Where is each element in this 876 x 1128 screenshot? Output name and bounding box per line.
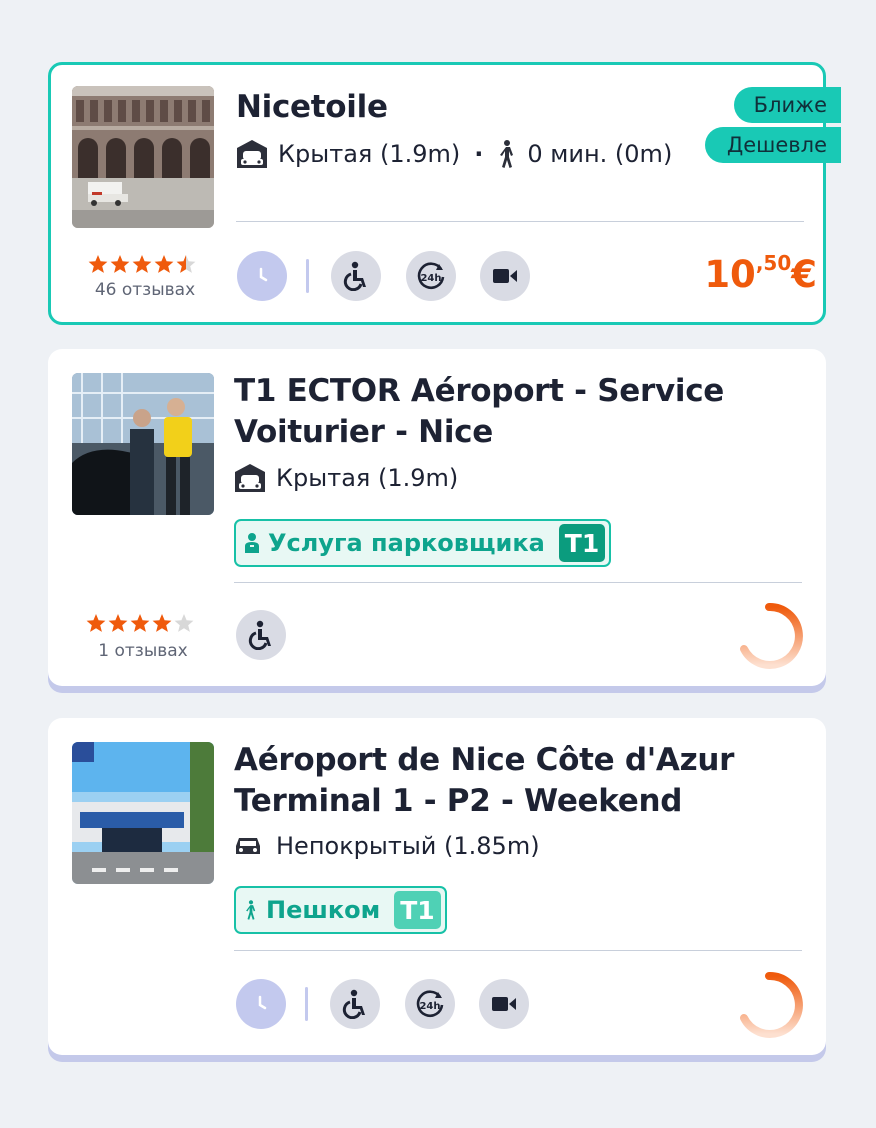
- clock-icon: [237, 251, 287, 301]
- walk-access-label: Пешком: [266, 896, 381, 924]
- price-currency: €: [791, 253, 817, 296]
- parking-photo: [72, 373, 214, 515]
- card-divider: [234, 582, 802, 583]
- parking-card-airport-p2[interactable]: Aéroport de Nice Côte d'Azur Terminal 1 …: [48, 718, 826, 1055]
- parking-title-line-2: Voiturier - Nice: [234, 414, 493, 450]
- rating-stars: [88, 254, 200, 276]
- terminal-tag: T1: [394, 891, 441, 929]
- badge-cheaper: Дешевле: [704, 127, 841, 163]
- price-fraction: ,50: [755, 251, 792, 275]
- badge-closer: Ближе: [733, 87, 841, 123]
- parking-title-line-2: Terminal 1 - P2 - Weekend: [234, 783, 683, 819]
- uncovered-parking-icon: [234, 835, 262, 857]
- parking-card-ector[interactable]: T1 ECTOR Aéroport - Service Voiturier - …: [48, 349, 826, 686]
- price-main: 10: [704, 253, 756, 296]
- parking-title[interactable]: Nicetoile: [236, 87, 388, 128]
- parking-info-row: Крытая (1.9m): [234, 463, 458, 493]
- parking-title[interactable]: T1 ECTOR Aéroport - Service Voiturier - …: [234, 371, 724, 453]
- terminal-tag: T1: [558, 524, 606, 562]
- valet-service-chip: Услуга парковщика T1: [234, 519, 612, 567]
- parking-type-label: Крытая (1.9m): [278, 140, 461, 168]
- valet-service-label: Услуга парковщика: [268, 529, 545, 557]
- card-divider: [236, 221, 804, 222]
- parking-info-row: Непокрытый (1.85m): [234, 832, 540, 860]
- walk-icon: [244, 899, 258, 921]
- parking-title[interactable]: Aéroport de Nice Côte d'Azur Terminal 1 …: [234, 740, 734, 822]
- loading-spinner: [734, 970, 804, 1040]
- walk-distance-label: 0 мин. (0m): [527, 140, 673, 168]
- parking-type-label: Крытая (1.9m): [276, 464, 459, 492]
- covered-parking-icon: [234, 463, 266, 493]
- 24h-icon: 24h: [405, 979, 455, 1029]
- svg-text:24h: 24h: [420, 273, 441, 284]
- parking-photo: [72, 742, 214, 884]
- wheelchair-icon: [330, 979, 380, 1029]
- price[interactable]: 10,50€: [704, 251, 817, 296]
- feature-separator: [306, 259, 309, 293]
- parking-title-line-1: Aéroport de Nice Côte d'Azur: [234, 742, 735, 778]
- reviews-count[interactable]: 46 отзывах: [72, 280, 218, 300]
- clock-icon: [236, 979, 286, 1029]
- separator-dot: ·: [474, 140, 484, 168]
- reviews-count[interactable]: 1 отзывах: [70, 641, 216, 661]
- card-divider: [234, 950, 802, 951]
- feature-separator: [305, 987, 308, 1021]
- parking-info-row: Крытая (1.9m) · 0 мин. (0m): [236, 139, 672, 169]
- 24h-icon: 24h: [406, 251, 456, 301]
- wheelchair-icon: [331, 251, 381, 301]
- parking-photo: [72, 86, 214, 228]
- wheelchair-icon: [236, 610, 286, 660]
- covered-parking-icon: [236, 139, 268, 169]
- svg-text:24h: 24h: [419, 1001, 440, 1012]
- walk-icon: [497, 139, 517, 169]
- rating-stars: [86, 613, 198, 635]
- camera-icon: [479, 979, 529, 1029]
- valet-icon: [244, 532, 260, 554]
- walk-access-chip: Пешком T1: [234, 886, 447, 934]
- loading-spinner: [734, 601, 804, 671]
- parking-card-nicetoile[interactable]: Nicetoile Крытая (1.9m) · 0 мин. (0m) Бл…: [48, 62, 841, 325]
- parking-type-label: Непокрытый (1.85m): [276, 832, 540, 860]
- parking-title-line-1: T1 ECTOR Aéroport - Service: [234, 373, 725, 409]
- camera-icon: [480, 251, 530, 301]
